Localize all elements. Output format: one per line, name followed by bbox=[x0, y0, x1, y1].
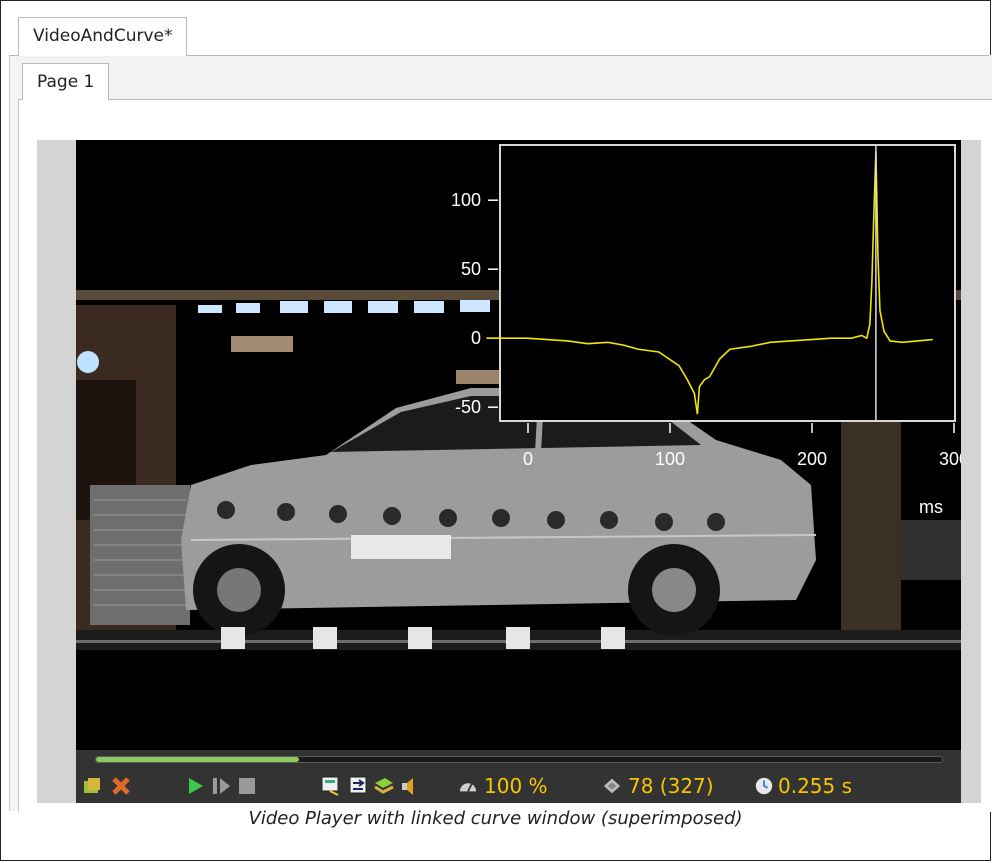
frame-icon bbox=[603, 778, 621, 794]
step-frame-icon[interactable] bbox=[210, 775, 232, 797]
link-curve-icon[interactable] bbox=[348, 775, 370, 797]
open-video-icon[interactable] bbox=[82, 775, 104, 797]
time-readout: 0.255 s bbox=[778, 774, 853, 798]
crash-barrier bbox=[90, 485, 190, 625]
speed-icon bbox=[459, 783, 477, 792]
play-icon[interactable] bbox=[184, 775, 206, 797]
remove-video-icon[interactable] bbox=[110, 775, 132, 797]
player-toolbar: 100 % 78 (327) 0.255 s bbox=[76, 768, 961, 803]
x-tick-label: 0 bbox=[523, 449, 533, 469]
car-door-label bbox=[351, 535, 451, 559]
y-tick-label: 50 bbox=[461, 259, 481, 279]
sync-icon[interactable] bbox=[320, 775, 342, 797]
seek-track[interactable] bbox=[95, 756, 943, 763]
seek-bar[interactable] bbox=[76, 750, 961, 768]
snapshot-icon[interactable] bbox=[373, 775, 395, 797]
figure-frame: VideoAndCurve* Page 1 100 50 0 -50 0 100… bbox=[0, 0, 992, 861]
audio-icon[interactable] bbox=[399, 775, 421, 797]
frame-readout: 78 (327) bbox=[628, 774, 714, 798]
x-tick-label: 100 bbox=[655, 449, 685, 469]
speed-readout: 100 % bbox=[484, 774, 548, 798]
y-tick-label: 100 bbox=[451, 190, 481, 210]
curve-plot-frame bbox=[499, 144, 956, 422]
ceiling-lights bbox=[198, 300, 490, 313]
video-frame[interactable]: 100 50 0 -50 0 100 200 300 ms bbox=[76, 140, 961, 750]
side-lamp bbox=[77, 351, 99, 373]
right-floor-block bbox=[901, 520, 961, 580]
video-scene: 100 50 0 -50 0 100 200 300 ms bbox=[76, 144, 961, 650]
y-tick-label: -50 bbox=[455, 397, 481, 417]
y-tick-label: 0 bbox=[471, 328, 481, 348]
tab-videoandcurve[interactable]: VideoAndCurve* bbox=[18, 17, 188, 56]
x-axis-unit: ms bbox=[919, 497, 943, 517]
stop-icon[interactable] bbox=[236, 775, 258, 797]
seek-progress bbox=[96, 757, 300, 762]
x-tick-label: 200 bbox=[797, 449, 827, 469]
tab-page-1[interactable]: Page 1 bbox=[22, 63, 110, 100]
figure-caption: Video Player with linked curve window (s… bbox=[248, 808, 743, 829]
clock-icon bbox=[755, 777, 773, 795]
x-tick-label: 300 bbox=[939, 449, 961, 469]
